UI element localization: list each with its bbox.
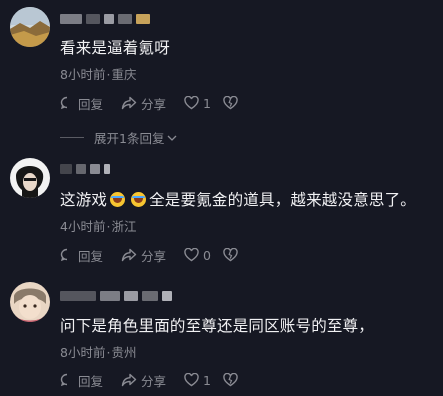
heart-icon [184, 96, 199, 110]
comment-meta: 4小时前·浙江 [60, 219, 137, 234]
comment-location: 浙江 [111, 219, 137, 234]
share-label: 分享 [141, 248, 167, 264]
comment-item: 问下是角色里面的至尊还是同区账号的至尊， 8小时前·贵州 回复 分享 1 [0, 272, 443, 396]
comment-text: 看来是逼着氪呀 [60, 39, 170, 57]
reply-label: 回复 [78, 96, 104, 112]
expand-replies-button[interactable]: 展开1条回复 [60, 128, 177, 147]
reply-icon [60, 248, 68, 262]
reply-button[interactable]: 回复 [60, 246, 103, 265]
tears-of-joy-emoji-icon [110, 192, 126, 207]
like-count: 0 [203, 247, 211, 263]
comment-item: 这游戏 全是要氪金的道具，越来越没意思了。 4小时前·浙江 回复 分享 0 [0, 150, 443, 272]
reply-button[interactable]: 回复 [60, 371, 103, 390]
comment-location: 重庆 [111, 67, 137, 82]
dislike-button[interactable] [223, 96, 242, 110]
like-count: 1 [203, 95, 211, 111]
dislike-button[interactable] [223, 248, 242, 262]
share-label: 分享 [141, 373, 167, 389]
share-icon [121, 248, 137, 262]
like-button[interactable]: 1 [184, 96, 211, 111]
broken-heart-icon [223, 96, 238, 110]
comment-time: 4小时前 [60, 219, 106, 234]
divider-line [60, 137, 84, 138]
comment-time: 8小时前 [60, 67, 106, 82]
comment-actions: 回复 分享 0 [60, 246, 242, 264]
tears-of-joy-emoji-icon [131, 192, 147, 207]
avatar[interactable] [10, 7, 50, 47]
reply-label: 回复 [78, 373, 104, 389]
dislike-button[interactable] [223, 373, 242, 387]
share-icon [121, 96, 137, 110]
reply-icon [60, 96, 68, 110]
share-icon [121, 373, 137, 387]
heart-icon [184, 373, 199, 387]
comment-actions: 回复 分享 1 [60, 371, 242, 389]
like-button[interactable]: 0 [184, 248, 211, 263]
broken-heart-icon [223, 373, 238, 387]
broken-heart-icon [223, 248, 238, 262]
reply-icon [60, 373, 68, 387]
share-label: 分享 [141, 96, 167, 112]
username-redacted[interactable] [60, 162, 110, 176]
share-button[interactable]: 分享 [121, 246, 166, 265]
comment-text: 这游戏 全是要氪金的道具，越来越没意思了。 [60, 188, 416, 210]
username-redacted[interactable] [60, 289, 172, 303]
comment-actions: 回复 分享 1 [60, 94, 242, 112]
share-button[interactable]: 分享 [121, 371, 166, 390]
heart-icon [184, 248, 199, 262]
comment-time: 8小时前 [60, 345, 106, 360]
avatar[interactable] [10, 282, 50, 322]
comment-text-part: 这游戏 [60, 191, 108, 209]
like-button[interactable]: 1 [184, 373, 211, 388]
comment-text-part: 全是要氪金的道具，越来越没意思了。 [149, 191, 417, 209]
share-button[interactable]: 分享 [121, 94, 166, 113]
comment-meta: 8小时前·贵州 [60, 345, 137, 360]
comment-meta: 8小时前·重庆 [60, 67, 137, 82]
chevron-down-icon [167, 135, 177, 141]
username-redacted[interactable] [60, 12, 150, 26]
reply-button[interactable]: 回复 [60, 94, 103, 113]
comment-item: 看来是逼着氪呀 8小时前·重庆 回复 分享 1 展开1条回复 [0, 0, 443, 150]
comment-location: 贵州 [111, 345, 137, 360]
comment-text: 问下是角色里面的至尊还是同区账号的至尊， [60, 317, 375, 335]
expand-replies-label: 展开1条回复 [94, 131, 165, 146]
avatar[interactable] [10, 158, 50, 198]
like-count: 1 [203, 372, 211, 388]
reply-label: 回复 [78, 248, 104, 264]
